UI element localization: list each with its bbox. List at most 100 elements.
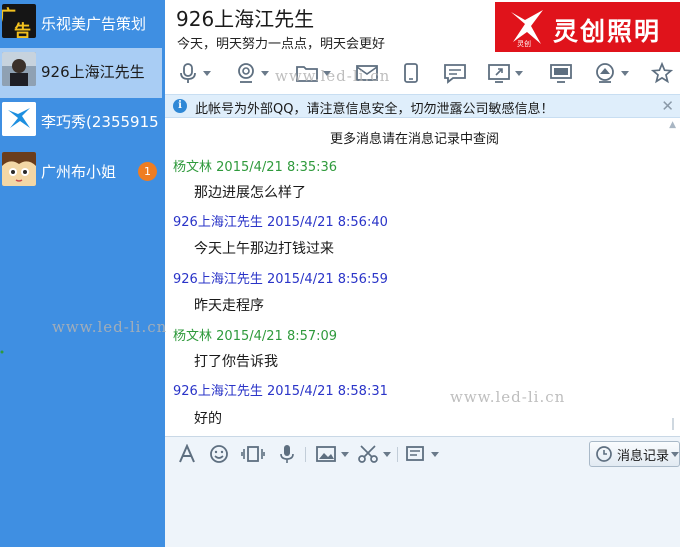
message-sender: 杨文林 — [173, 160, 213, 175]
microphone-icon — [280, 445, 294, 463]
remote-desktop-button[interactable] — [549, 61, 573, 85]
close-icon[interactable]: ✕ — [661, 97, 674, 115]
clock-icon — [596, 446, 612, 462]
chevron-down-icon — [203, 70, 211, 76]
message-button[interactable] — [443, 61, 467, 85]
message-time: 2015/4/21 8:56:59 — [266, 272, 388, 287]
shake-button[interactable] — [241, 444, 265, 464]
message-history-button[interactable]: 消息记录 — [589, 441, 680, 467]
message-list: 更多消息请在消息记录中查阅 ▲ 杨文林 2015/4/21 8:35:36 那边… — [165, 118, 680, 436]
message-header: 926上海江先生 2015/4/21 8:58:31 — [173, 380, 388, 399]
message-sender: 926上海江先生 — [173, 272, 263, 287]
chevron-down-icon — [431, 451, 439, 457]
microphone-icon — [180, 63, 196, 83]
voice-message-button[interactable] — [277, 444, 297, 464]
message-time: 2015/4/21 8:58:31 — [266, 384, 388, 399]
info-icon: i — [173, 99, 187, 113]
person-photo-icon — [2, 52, 36, 86]
message-text: 打了你告诉我 — [194, 354, 278, 370]
message-time: 2015/4/21 8:35:36 — [216, 160, 338, 175]
avatar — [2, 102, 36, 136]
monitor-icon — [550, 64, 572, 83]
message-text: 好的 — [194, 411, 222, 427]
send-image-button[interactable] — [315, 444, 349, 464]
avatar-text-gao: 告 — [14, 22, 31, 38]
contact-name: 李巧秀(23559158 — [41, 113, 159, 131]
unread-badge: 1 — [138, 162, 157, 181]
message-text: 那边进展怎么样了 — [194, 185, 306, 201]
message-header: 杨文林 2015/4/21 8:35:36 — [173, 156, 337, 175]
chevron-down-icon — [515, 70, 523, 76]
app-center-button[interactable] — [593, 61, 629, 85]
message-sender: 926上海江先生 — [173, 384, 263, 399]
chevron-down-icon — [671, 451, 679, 457]
image-icon — [316, 446, 336, 462]
favorite-button[interactable] — [651, 61, 673, 85]
smiley-icon — [210, 445, 228, 463]
view-history-link[interactable]: 更多消息请在消息记录中查阅 — [330, 128, 499, 147]
video-call-button[interactable] — [235, 61, 269, 85]
message-sender: 926上海江先生 — [173, 215, 263, 230]
screenshot-button[interactable] — [357, 444, 391, 464]
avatar: 广 告 — [2, 4, 36, 38]
scissors-icon — [358, 445, 378, 463]
message-text: 今天上午那边打钱过来 — [194, 241, 334, 257]
sidebar-dot-icon — [0, 350, 4, 354]
chat-title: 926上海江先生 — [176, 7, 315, 31]
contact-sidebar: 广 告 乐视美广告策划 926上海江先生 李巧秀(23559158 广州布小姐 … — [0, 0, 165, 547]
watermark: www.led-li.cn — [275, 67, 391, 85]
toolbar-divider — [397, 447, 398, 462]
input-toolbar: 消息记录 — [165, 436, 680, 470]
chevron-down-icon — [621, 70, 629, 76]
contact-name: 乐视美广告策划 — [41, 15, 147, 33]
chevron-down-icon — [383, 451, 391, 457]
font-button[interactable] — [177, 444, 197, 464]
security-warning-bar: i 此帐号为外部QQ，请注意信息安全，切勿泄露公司敏感信息！ ✕ — [165, 94, 680, 118]
star-icon — [651, 62, 673, 84]
logo-text: 灵创照明 — [553, 17, 662, 46]
chat-header: 926上海江先生 今天，明天努力一点点，明天会更好 灵创 灵创照明 — [165, 0, 680, 54]
message-time: 2015/4/21 8:56:40 — [266, 215, 388, 230]
toolbar-divider — [305, 447, 306, 462]
message-header: 926上海江先生 2015/4/21 8:56:59 — [173, 268, 388, 287]
screen-share-button[interactable] — [487, 61, 523, 85]
chat-signature: 今天，明天努力一点点，明天会更好 — [177, 37, 386, 52]
cartoon-girl-icon — [2, 152, 36, 186]
brand-logo: 灵创 灵创照明 — [495, 2, 680, 54]
contact-item-leshimei[interactable]: 广 告 乐视美广告策划 — [0, 0, 162, 50]
contact-item-jiang[interactable]: 926上海江先生 — [0, 48, 162, 98]
more-tools-button[interactable] — [405, 444, 439, 464]
contact-name: 926上海江先生 — [41, 63, 145, 81]
message-time: 2015/4/21 8:57:09 — [216, 329, 338, 344]
scroll-up-icon[interactable]: ▲ — [669, 120, 676, 130]
avatar — [2, 52, 36, 86]
message-icon — [444, 64, 466, 84]
message-input[interactable] — [165, 470, 680, 547]
contact-item-guangzhou[interactable]: 广州布小姐 1 — [0, 148, 162, 198]
contact-item-liqiaoxiu[interactable]: 李巧秀(23559158 — [0, 98, 162, 148]
chat-toolbar — [165, 52, 680, 94]
message-sender: 杨文林 — [173, 329, 213, 344]
message-text: 昨天走程序 — [194, 298, 264, 314]
app-center-icon — [596, 63, 614, 83]
scrollbar-thumb[interactable] — [672, 418, 674, 430]
emoji-button[interactable] — [209, 444, 229, 464]
watermark: www.led-li.cn — [52, 318, 168, 336]
microphone-button[interactable] — [177, 61, 211, 85]
message-history-label: 消息记录 — [617, 448, 670, 464]
screen-share-icon — [488, 64, 510, 83]
watermark: www.led-li.cn — [450, 388, 566, 406]
warning-text: 此帐号为外部QQ，请注意信息安全，切勿泄露公司敏感信息！ — [195, 102, 554, 117]
lingchuang-logo-icon — [2, 102, 36, 136]
logo-sub-text: 灵创 — [517, 40, 531, 48]
avatar — [2, 152, 36, 186]
tools-menu-icon — [406, 446, 424, 461]
font-icon — [179, 444, 195, 463]
phone-icon — [404, 63, 418, 83]
video-call-icon — [238, 63, 254, 83]
chevron-down-icon — [341, 451, 349, 457]
chevron-down-icon — [261, 70, 269, 76]
message-header: 926上海江先生 2015/4/21 8:56:40 — [173, 211, 388, 230]
message-header: 杨文林 2015/4/21 8:57:09 — [173, 325, 337, 344]
phone-button[interactable] — [400, 61, 422, 85]
